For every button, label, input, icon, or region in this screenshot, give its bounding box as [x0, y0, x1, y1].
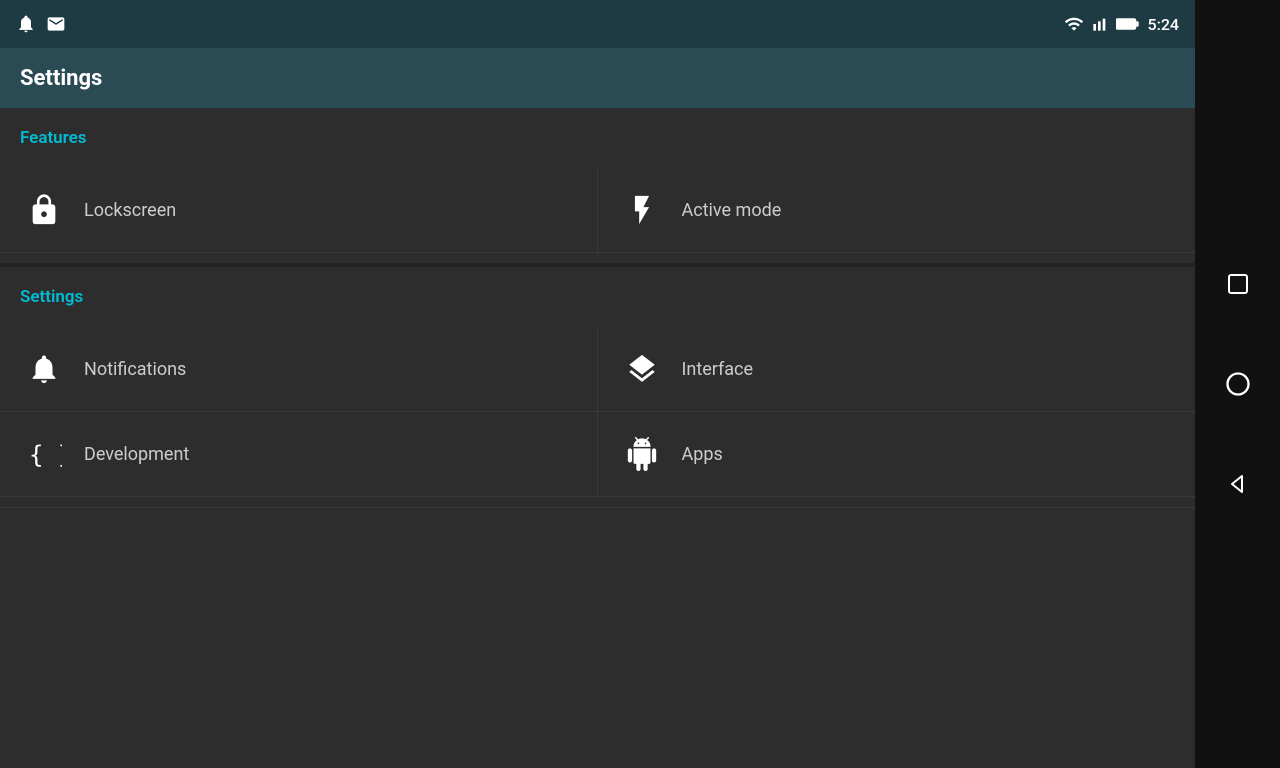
- apps-label: Apps: [682, 444, 723, 465]
- battery-icon: [1116, 16, 1140, 32]
- triangle-icon: [1226, 472, 1250, 496]
- app-bar-title: Settings: [20, 66, 102, 91]
- bell-icon: [24, 349, 64, 389]
- notifications-label: Notifications: [84, 359, 186, 380]
- main-screen: 5:24 Settings Features Lockscreen: [0, 0, 1195, 768]
- code-icon: { }: [24, 434, 64, 474]
- content-area: Features Lockscreen: [0, 108, 1195, 768]
- circle-icon: [1224, 370, 1252, 398]
- android-icon: [622, 434, 662, 474]
- features-grid: Lockscreen Active mode: [0, 158, 1195, 263]
- notifications-item[interactable]: Notifications: [0, 327, 598, 412]
- features-header: Features: [0, 108, 1195, 158]
- status-bar-left: [16, 14, 66, 34]
- settings-header: Settings: [0, 267, 1195, 317]
- email-icon: [46, 14, 66, 34]
- android-nav-bar: [1195, 0, 1280, 768]
- time-display: 5:24: [1148, 15, 1180, 34]
- lock-icon: [24, 190, 64, 230]
- home-button[interactable]: [1218, 364, 1258, 404]
- development-label: Development: [84, 444, 189, 465]
- app-bar: Settings: [0, 48, 1195, 108]
- interface-item[interactable]: Interface: [598, 327, 1196, 412]
- wifi-icon: [1064, 14, 1084, 34]
- active-mode-item[interactable]: Active mode: [598, 168, 1196, 253]
- back-button[interactable]: [1218, 464, 1258, 504]
- svg-text:{ }: { }: [29, 441, 62, 469]
- interface-label: Interface: [682, 359, 754, 380]
- status-bar: 5:24: [0, 0, 1195, 48]
- lockscreen-item[interactable]: Lockscreen: [0, 168, 598, 253]
- development-item[interactable]: { } Development: [0, 412, 598, 497]
- square-icon: [1226, 272, 1250, 296]
- status-bar-right: 5:24: [1064, 14, 1180, 34]
- bolt-icon: [622, 190, 662, 230]
- layers-icon: [622, 349, 662, 389]
- recents-button[interactable]: [1218, 264, 1258, 304]
- signal-icon: [1092, 14, 1108, 34]
- apps-item[interactable]: Apps: [598, 412, 1196, 497]
- lockscreen-label: Lockscreen: [84, 200, 176, 221]
- features-section: Features Lockscreen: [0, 108, 1195, 263]
- active-mode-label: Active mode: [682, 200, 782, 221]
- settings-section: Settings Notifications: [0, 267, 1195, 507]
- bottom-divider: [0, 507, 1195, 508]
- settings-grid: Notifications Interface { }: [0, 317, 1195, 507]
- notification-icon: [16, 14, 36, 34]
